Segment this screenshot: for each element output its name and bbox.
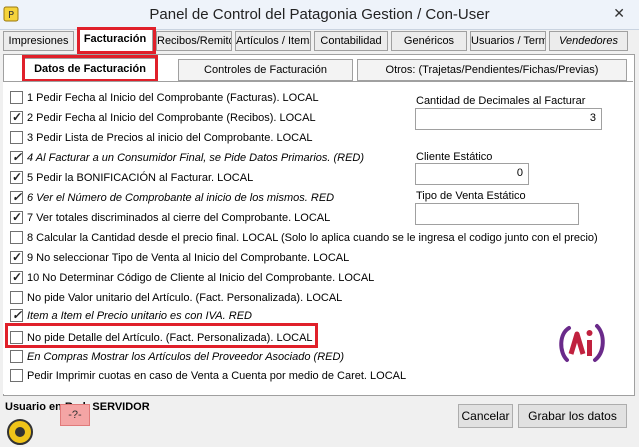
option-label: 4 Al Facturar a un Consumidor Final, se … xyxy=(27,152,365,164)
checkbox[interactable] xyxy=(10,170,23,184)
option-label: 6 Ver el Número de Comprobante al inicio… xyxy=(27,192,335,204)
option-label: 10 No Determinar Código de Cliente al In… xyxy=(27,272,375,284)
save-button[interactable]: Grabar los datos xyxy=(518,404,627,428)
checkbox[interactable] xyxy=(10,250,23,264)
checkbox[interactable] xyxy=(10,308,23,322)
subtab-datos-facturacion[interactable]: Datos de Facturación xyxy=(24,58,156,80)
tab-recibos[interactable]: Recibos/Remitos xyxy=(156,31,232,51)
checkbox[interactable] xyxy=(10,150,23,164)
cancel-button[interactable]: Cancelar xyxy=(458,404,513,428)
checkbox[interactable] xyxy=(10,350,23,363)
decimales-field[interactable]: 3 xyxy=(415,108,602,130)
avatar-icon xyxy=(7,419,33,445)
option-label: 9 No seleccionar Tipo de Venta al Inicio… xyxy=(27,252,350,264)
checkbox[interactable] xyxy=(10,91,23,104)
cliente-label: Cliente Estático xyxy=(416,151,493,163)
option-label: No pide Detalle del Artículo. (Fact. Per… xyxy=(27,332,313,344)
tab-usuarios[interactable]: Usuarios / Terminales xyxy=(470,31,546,51)
cliente-field[interactable]: 0 xyxy=(415,163,529,185)
checkbox[interactable] xyxy=(10,369,23,382)
option-label: Item a Item el Precio unitario es con IV… xyxy=(27,310,252,322)
close-icon[interactable]: ✕ xyxy=(613,5,625,22)
tab-vendedores[interactable]: Vendedores xyxy=(549,31,628,51)
window-title: Panel de Control del Patagonia Gestion /… xyxy=(149,6,490,23)
option-label: 5 Pedir la BONIFICACIÓN al Facturar. LOC… xyxy=(27,172,254,184)
checkbox[interactable] xyxy=(10,270,23,284)
tab-genericos[interactable]: Genéricos xyxy=(391,31,467,51)
checkbox[interactable] xyxy=(10,131,23,144)
option-label: 1 Pedir Fecha al Inicio del Comprobante … xyxy=(27,92,319,104)
company-logo xyxy=(559,324,605,362)
subtab-controles-facturacion[interactable]: Controles de Facturación xyxy=(178,59,353,81)
option-label: Pedir Imprimir cuotas en caso de Venta a… xyxy=(27,370,407,382)
option-label: 2 Pedir Fecha al Inicio del Comprobante … xyxy=(27,112,316,124)
tipo-venta-label: Tipo de Venta Estático xyxy=(416,190,526,202)
help-badge[interactable]: -?- xyxy=(60,404,90,426)
checkbox[interactable] xyxy=(10,231,23,244)
title-bar: P Panel de Control del Patagonia Gestion… xyxy=(0,0,639,30)
checkbox[interactable] xyxy=(10,190,23,204)
tab-impresiones[interactable]: Impresiones xyxy=(3,31,74,51)
option-label: 7 Ver totales discriminados al cierre de… xyxy=(27,212,331,224)
subtab-otros[interactable]: Otros: (Trajetas/Pendientes/Fichas/Previ… xyxy=(357,59,627,81)
checkbox[interactable] xyxy=(10,291,23,304)
tab-facturacion[interactable]: Facturación xyxy=(77,29,153,52)
checkbox[interactable] xyxy=(10,210,23,224)
option-label: En Compras Mostrar los Artículos del Pro… xyxy=(27,351,345,363)
option-label: No pide Valor unitario del Artículo. (Fa… xyxy=(27,292,343,304)
checkbox[interactable] xyxy=(10,331,23,344)
option-label: 3 Pedir Lista de Precios al inicio del C… xyxy=(27,132,313,144)
option-label: 8 Calcular la Cantidad desde el precio f… xyxy=(27,232,598,244)
tipo-venta-field[interactable] xyxy=(415,203,579,225)
tab-contabilidad[interactable]: Contabilidad xyxy=(314,31,388,51)
decimales-label: Cantidad de Decimales al Facturar xyxy=(416,95,586,107)
checkbox[interactable] xyxy=(10,110,23,124)
tab-articulos[interactable]: Artículos / Items xyxy=(235,31,311,51)
